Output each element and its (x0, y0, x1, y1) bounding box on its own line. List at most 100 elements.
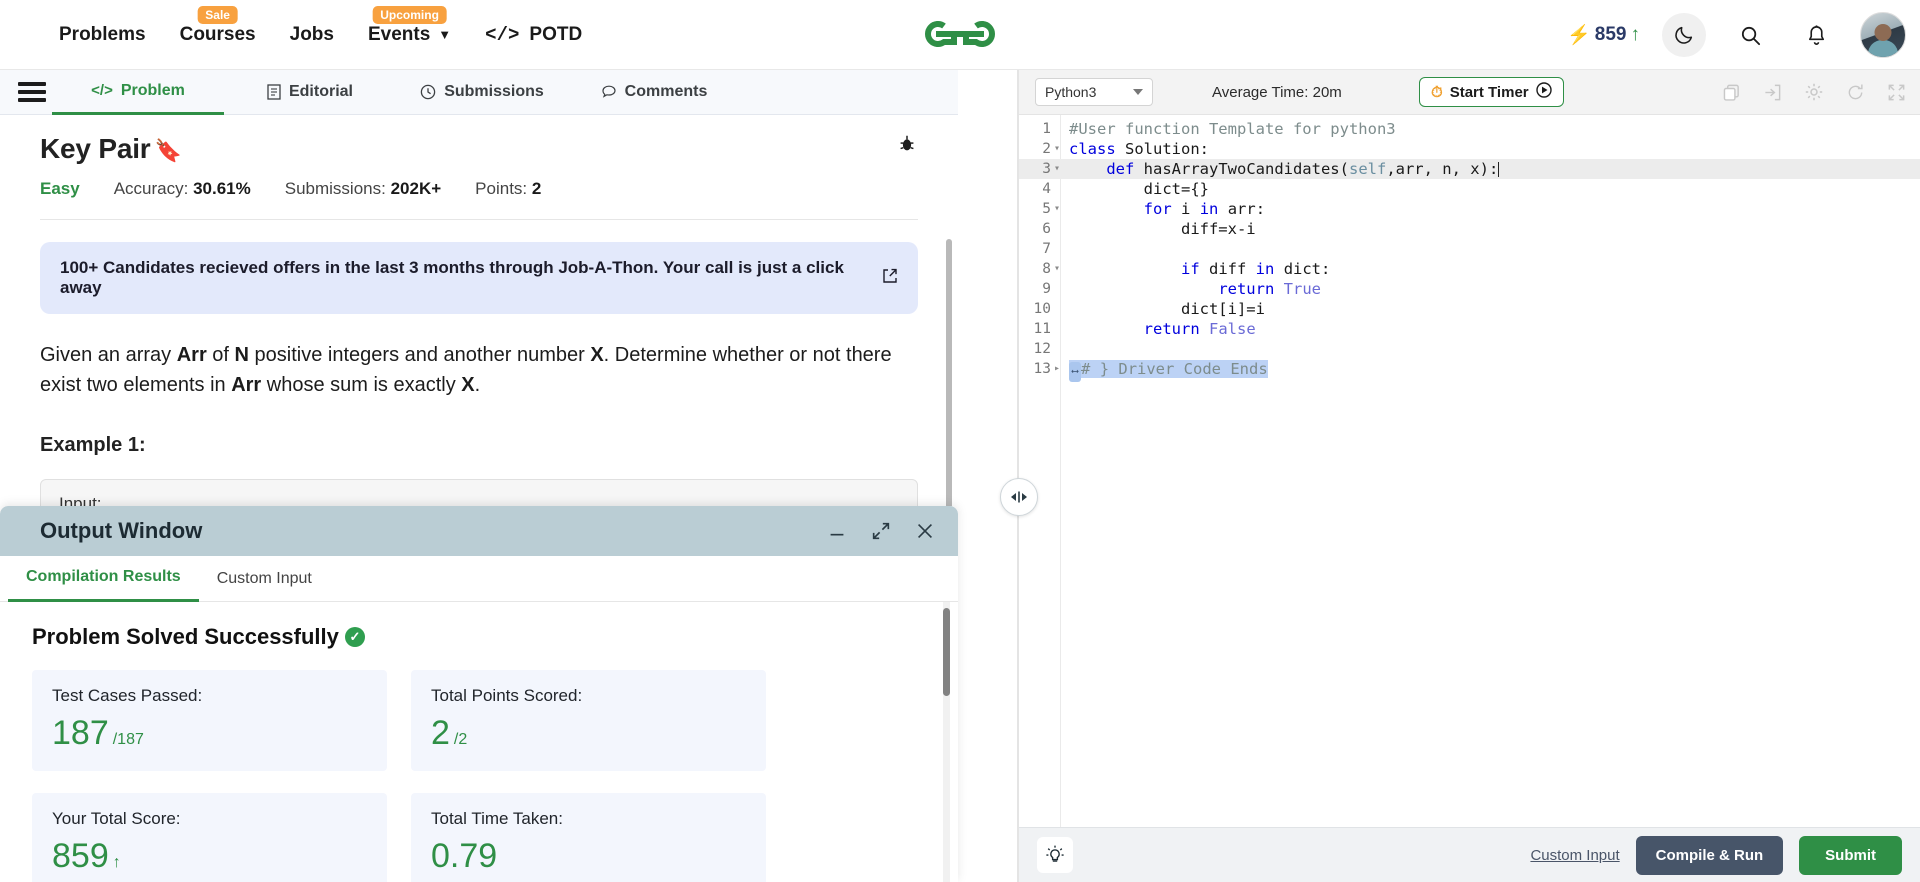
code-line[interactable]: 10 dict[i]=i (1019, 299, 1920, 319)
fold-toggle-icon[interactable]: ▾ (1051, 259, 1063, 279)
chevron-down-icon (1133, 89, 1143, 95)
notifications-button[interactable] (1794, 13, 1838, 57)
description-text: of (206, 344, 235, 366)
code-text: #User function Template for python3 (1069, 120, 1396, 138)
nav-item-events[interactable]: Upcoming Events ▼ (351, 0, 468, 70)
stat-label: Your Total Score: (52, 809, 181, 828)
start-timer-button[interactable]: ⏱ Start Timer (1419, 77, 1564, 107)
code-line[interactable]: 5 ▾ for i in arr: (1019, 199, 1920, 219)
minimize-icon[interactable] (826, 520, 848, 542)
tab-custom-input[interactable]: Custom Input (199, 556, 330, 602)
average-time-label: Average Time: 20m (1212, 83, 1342, 101)
gear-icon[interactable] (1804, 82, 1824, 102)
tab-editorial[interactable]: Editorial (224, 70, 396, 115)
import-icon[interactable] (1763, 83, 1782, 102)
code-line[interactable]: 2 ▾ class Solution: (1019, 139, 1920, 159)
compile-run-button[interactable]: Compile & Run (1635, 835, 1784, 875)
problem-meta: Easy Accuracy: 30.61% Submissions: 202K+… (40, 179, 918, 199)
nav-badge-sale: Sale (197, 5, 238, 24)
code-editor[interactable]: 1 #User function Template for python3 2 ▾ cl… (1019, 115, 1920, 827)
code-line[interactable]: 12 (1019, 339, 1920, 359)
nav-item-problems[interactable]: Problems (42, 0, 163, 70)
code-line[interactable]: 4 dict={} (1019, 179, 1920, 199)
tab-problem-label: Problem (120, 81, 185, 99)
output-scrollbar[interactable] (943, 608, 950, 696)
output-window-title: Output Window (40, 518, 203, 543)
tab-submissions[interactable]: Submissions (396, 70, 568, 115)
line-number: 12 (1033, 341, 1051, 357)
description-emphasis: N (234, 344, 249, 366)
logo-svg (925, 21, 995, 47)
result-stats-grid: Test Cases Passed: 187/187 Total Points Sc… (32, 670, 918, 882)
editor-tool-icons (1722, 82, 1906, 102)
geeksforgeeks-logo[interactable] (920, 11, 1000, 57)
tab-comments[interactable]: Comments (568, 70, 740, 115)
fold-toggle-icon[interactable] (1051, 219, 1063, 239)
menu-hamburger-icon[interactable] (18, 82, 52, 102)
fold-toggle-icon[interactable] (1051, 119, 1063, 139)
tab-problem[interactable]: </> Problem (52, 70, 224, 115)
nav-item-jobs[interactable]: Jobs (273, 0, 351, 70)
divider (40, 219, 918, 220)
report-bug-icon[interactable] (896, 133, 918, 161)
promo-banner[interactable]: 100+ Candidates recieved offers in the l… (40, 242, 918, 314)
problem-description: Given an array Arr of N positive integer… (40, 340, 918, 400)
score-indicator[interactable]: ⚡ 859 ↑ (1567, 23, 1640, 47)
bookmark-icon[interactable]: 🔖 (154, 140, 181, 162)
submissions-label: Submissions: (284, 179, 386, 198)
code-lines-container[interactable]: 1 #User function Template for python3 2 ▾ cl… (1019, 119, 1920, 382)
language-selector[interactable]: Python3 (1035, 78, 1153, 106)
nav-item-courses[interactable]: Sale Courses (163, 0, 273, 70)
fold-toggle-icon[interactable] (1051, 339, 1063, 359)
output-window-controls (826, 520, 936, 542)
copy-icon[interactable] (1722, 83, 1741, 102)
document-icon (267, 84, 281, 100)
fold-toggle-icon[interactable] (1051, 179, 1063, 199)
description-emphasis: Arr (231, 374, 262, 396)
line-number: 3 (1042, 161, 1051, 177)
stat-sub: ↑ (112, 854, 121, 871)
code-line[interactable]: 8 ▾ if diff in dict: (1019, 259, 1920, 279)
clock-icon (420, 84, 436, 100)
stat-label: Test Cases Passed: (52, 686, 203, 705)
pane-resize-handle[interactable] (1000, 478, 1038, 516)
fullscreen-icon[interactable] (1887, 83, 1906, 102)
fold-toggle-icon[interactable] (1051, 299, 1063, 319)
nav-item-potd[interactable]: </> POTD (468, 0, 599, 70)
code-line[interactable]: 9 return True (1019, 279, 1920, 299)
code-line[interactable]: 1 #User function Template for python3 (1019, 119, 1920, 139)
maximize-icon[interactable] (870, 520, 892, 542)
code-line[interactable]: 11 return False (1019, 319, 1920, 339)
fold-toggle-icon[interactable]: ▾ (1051, 199, 1063, 219)
result-heading: Problem Solved Successfully (32, 624, 339, 649)
code-line[interactable]: 13 ▸ ⟷ # } Driver Code Ends (1019, 359, 1920, 382)
tab-compilation-results[interactable]: Compilation Results (8, 556, 199, 602)
search-button[interactable] (1728, 13, 1772, 57)
code-text: def hasArrayTwoCandidates(self,arr, n, x… (1106, 160, 1500, 178)
left-pane-scrollbar[interactable] (946, 239, 952, 509)
custom-input-link[interactable]: Custom Input (1530, 847, 1619, 864)
code-line[interactable]: 6 diff=x-i (1019, 219, 1920, 239)
close-icon[interactable] (914, 520, 936, 542)
fold-toggle-icon[interactable] (1051, 239, 1063, 259)
fold-toggle-icon[interactable] (1051, 279, 1063, 299)
code-text: diff=x-i (1180, 220, 1256, 238)
line-number: 9 (1042, 281, 1051, 297)
fold-toggle-icon[interactable]: ▸ (1051, 359, 1063, 379)
up-arrow-icon: ↑ (1630, 24, 1641, 45)
start-timer-label: Start Timer (1449, 83, 1529, 101)
code-line[interactable]: 7 (1019, 239, 1920, 259)
description-text: positive integers and another number (249, 344, 591, 366)
fold-toggle-icon[interactable]: ▾ (1051, 159, 1063, 179)
line-number: 7 (1042, 241, 1051, 257)
avatar[interactable] (1860, 12, 1906, 58)
fold-toggle-icon[interactable] (1051, 319, 1063, 339)
code-brackets-icon: </> (485, 23, 520, 46)
submit-button[interactable]: Submit (1799, 835, 1902, 875)
hint-bulb-button[interactable] (1037, 837, 1073, 873)
reset-icon[interactable] (1846, 83, 1865, 102)
fold-toggle-icon[interactable]: ▾ (1051, 139, 1063, 159)
code-line[interactable]: 3 ▾ def hasArrayTwoCandidates(self,arr, n… (1019, 159, 1920, 179)
stopwatch-icon: ⏱ (1431, 83, 1443, 101)
dark-mode-toggle[interactable] (1662, 13, 1706, 57)
